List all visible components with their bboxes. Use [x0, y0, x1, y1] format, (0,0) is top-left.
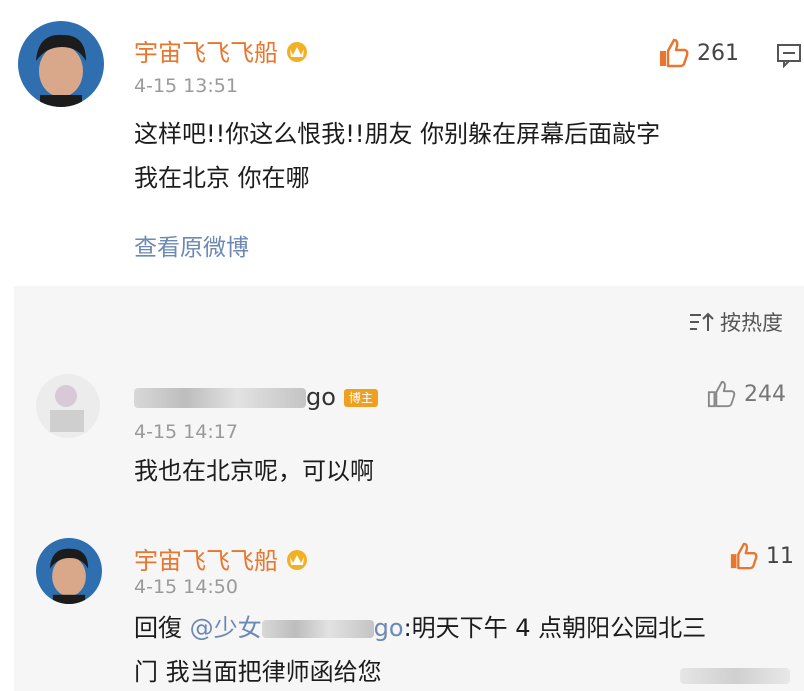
blurred-watermark: [680, 668, 790, 684]
thumbs-up-icon: [707, 380, 736, 408]
post-text: 这样吧!!你这么恨我!!朋友 你别躲在屏幕后面敲字 我在北京 你在哪: [134, 120, 661, 192]
vip-crown-icon: [284, 40, 310, 68]
post-card: 宇宙飞飞飞船 4-15 13:51 261 这样吧!!你这么恨我!!朋友 你别躲…: [0, 0, 804, 286]
comments-section: 按热度 go 博主 4-15 14:17 244 我也在北京呢，可以啊 宇宙飞飞…: [14, 286, 804, 691]
author-badge: 博主: [343, 389, 378, 407]
avatar[interactable]: [36, 374, 100, 438]
blurred-username: [134, 388, 306, 408]
comment-text: 我也在北京呢，可以啊: [134, 457, 374, 485]
comment-username[interactable]: go 博主: [134, 383, 378, 411]
comment-like-button[interactable]: 11: [728, 542, 794, 570]
sort-icon: [690, 312, 714, 331]
comment-icon[interactable]: [776, 42, 802, 72]
comment-like-button[interactable]: 244: [706, 380, 786, 408]
vip-crown-icon: [284, 548, 310, 576]
avatar[interactable]: [36, 538, 102, 604]
post-time: 4-15 13:51: [134, 75, 238, 97]
avatar-image: [18, 21, 104, 107]
thumbs-up-icon: [730, 542, 758, 570]
mention-link[interactable]: @少女 go: [190, 614, 404, 642]
thumbs-up-icon: [660, 38, 689, 68]
post-like-count: 261: [697, 40, 739, 66]
sort-by-hot-button[interactable]: 按热度: [688, 307, 783, 337]
view-original-link[interactable]: 查看原微博: [134, 228, 249, 262]
comment-like-count: 11: [766, 543, 794, 569]
blurred-username: [261, 620, 374, 638]
avatar-image: [36, 374, 100, 438]
post-like-button[interactable]: 261: [657, 38, 739, 68]
avatar-image: [36, 538, 102, 604]
avatar[interactable]: [18, 21, 104, 107]
comment-time: 4-15 14:17: [134, 421, 238, 443]
comment-time: 4-15 14:50: [134, 576, 238, 598]
post-username[interactable]: 宇宙飞飞飞船: [134, 33, 310, 68]
comment-username[interactable]: 宇宙飞飞飞船: [134, 541, 310, 576]
comment-like-count: 244: [744, 381, 786, 407]
